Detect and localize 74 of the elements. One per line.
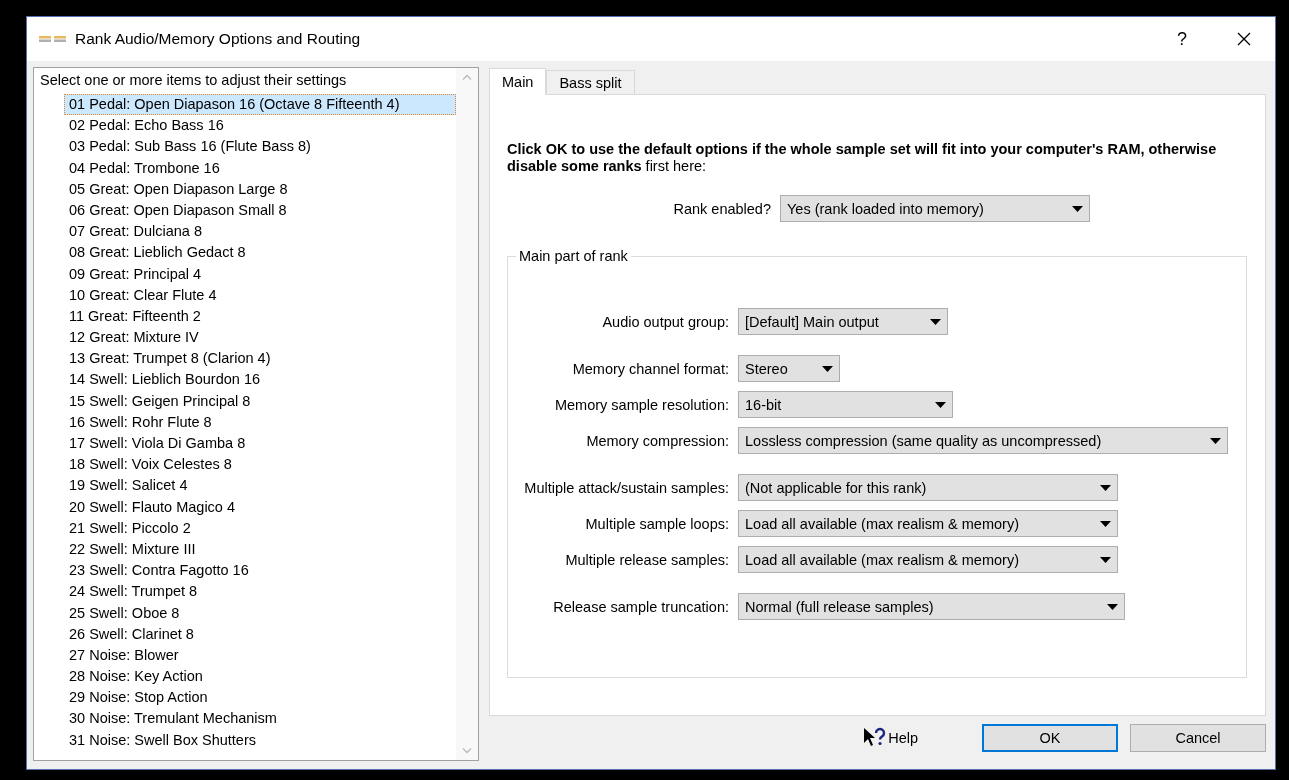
dropdown-arrow-icon: [1107, 603, 1118, 610]
rank-item[interactable]: 11 Great: Fifteenth 2: [64, 305, 206, 328]
rank-item[interactable]: 15 Swell: Geigen Principal 8: [64, 390, 256, 412]
dropdown-arrow-icon: [1100, 520, 1111, 527]
scrollbar[interactable]: [456, 68, 478, 760]
dropdown[interactable]: Lossless compression (same quality as uncompressed): [738, 427, 1228, 454]
close-icon: [1237, 32, 1251, 46]
rank-item[interactable]: 12 Great: Mixture IV: [64, 327, 204, 349]
group-title: Main part of rank: [518, 248, 629, 264]
rank-item[interactable]: 19 Swell: Salicet 4: [64, 475, 193, 497]
field-label: Multiple release samples:: [564, 551, 729, 568]
help-link[interactable]: Help: [857, 726, 924, 750]
window-title: Rank Audio/Memory Options and Routing: [75, 30, 362, 48]
dropdown[interactable]: Stereo: [738, 355, 840, 382]
dropdown-arrow-icon: [1072, 205, 1083, 212]
dropdown-arrow-icon: [1100, 556, 1111, 563]
dropdown-arrow-icon: [930, 318, 941, 325]
dropdown-arrow-icon: [822, 365, 833, 372]
rank-item[interactable]: 27 Noise: Blower: [64, 644, 184, 667]
dropdown-arrow-icon: [1210, 437, 1221, 444]
rank-item[interactable]: 09 Great: Principal 4: [64, 263, 207, 285]
rank-item[interactable]: 20 Swell: Flauto Magico 4: [64, 496, 241, 518]
rank-item[interactable]: 06 Great: Open Diapason Small 8: [64, 199, 292, 222]
dropdown-arrow-icon: [935, 401, 946, 408]
rank-item[interactable]: 31 Noise: Swell Box Shutters: [64, 729, 261, 751]
field-label: Multiple attack/sustain samples:: [523, 479, 729, 496]
rank-item[interactable]: 08 Great: Lieblich Gedact 8: [64, 242, 251, 264]
pointer-question-icon: [863, 727, 888, 749]
rank-item[interactable]: 01 Pedal: Open Diapason 16 (Octave 8 Fifteenth 4): [64, 94, 456, 116]
rank-item[interactable]: 07 Great: Dulciana 8: [64, 221, 207, 243]
tab[interactable]: Bass split: [546, 70, 635, 94]
rank-item[interactable]: 04 Pedal: Trombone 16: [64, 157, 225, 179]
rank-item[interactable]: 16 Swell: Rohr Flute 8: [64, 411, 217, 433]
field-label: Multiple sample loops:: [584, 515, 729, 532]
rank-item[interactable]: 29 Noise: Stop Action: [64, 687, 213, 709]
rank-item[interactable]: 30 Noise: Tremulant Mechanism: [64, 708, 282, 730]
ok-button[interactable]: OK: [982, 724, 1118, 752]
rank-item[interactable]: 23 Swell: Contra Fagotto 16: [64, 560, 254, 582]
rank-item[interactable]: 28 Noise: Key Action: [64, 666, 208, 688]
rank-item[interactable]: 13 Great: Trumpet 8 (Clarion 4): [64, 348, 276, 370]
field-label: Rank enabled?: [672, 200, 771, 217]
field-label: Memory sample resolution:: [553, 396, 729, 413]
dropdown[interactable]: Load all available (max realism & memory): [738, 510, 1118, 537]
scroll-down-icon[interactable]: [462, 748, 472, 754]
rank-item[interactable]: 17 Swell: Viola Di Gamba 8: [64, 433, 251, 455]
dropdown-arrow-icon: [1100, 484, 1111, 491]
list-header: Select one or more items to adjust their settings: [40, 72, 348, 90]
cancel-button[interactable]: Cancel: [1130, 724, 1266, 752]
rank-item[interactable]: 25 Swell: Oboe 8: [64, 602, 185, 624]
rank-item[interactable]: 03 Pedal: Sub Bass 16 (Flute Bass 8): [64, 136, 316, 158]
rank-item[interactable]: 24 Swell: Trumpet 8: [64, 581, 203, 603]
dropdown[interactable]: Normal (full release samples): [738, 593, 1125, 620]
dropdown[interactable]: 16-bit: [738, 391, 953, 418]
rank-item[interactable]: 18 Swell: Voix Celestes 8: [64, 454, 237, 476]
field-label: Memory channel format:: [571, 360, 729, 377]
rank-item[interactable]: 02 Pedal: Echo Bass 16: [64, 115, 229, 137]
rank-item[interactable]: 21 Swell: Piccolo 2: [64, 517, 196, 539]
help-button[interactable]: ?: [1151, 17, 1213, 61]
rank-item[interactable]: 05 Great: Open Diapason Large 8: [64, 178, 293, 200]
scroll-up-icon[interactable]: [462, 74, 472, 80]
dropdown[interactable]: [Default] Main output: [738, 308, 948, 335]
dropdown[interactable]: (Not applicable for this rank): [738, 474, 1118, 501]
rank-item[interactable]: 26 Swell: Clarinet 8: [64, 623, 199, 645]
dropdown[interactable]: Load all available (max realism & memory): [738, 546, 1118, 573]
intro-text: Click OK to use the default options if the whole sample set will fit into your computer's RAM, otherwise disable some ranks first here:: [507, 141, 1218, 175]
rank-item[interactable]: 22 Swell: Mixture III: [64, 538, 201, 561]
rank-item[interactable]: 14 Swell: Lieblich Bourdon 16: [64, 369, 266, 391]
field-label: Audio output group:: [601, 313, 729, 330]
field-label: Release sample truncation:: [552, 598, 729, 615]
dropdown[interactable]: Yes (rank loaded into memory): [780, 195, 1090, 222]
rank-item[interactable]: 10 Great: Clear Flute 4: [64, 284, 222, 306]
tab[interactable]: Main: [489, 68, 547, 95]
app-icon: [39, 35, 67, 43]
field-label: Memory compression:: [585, 432, 729, 449]
